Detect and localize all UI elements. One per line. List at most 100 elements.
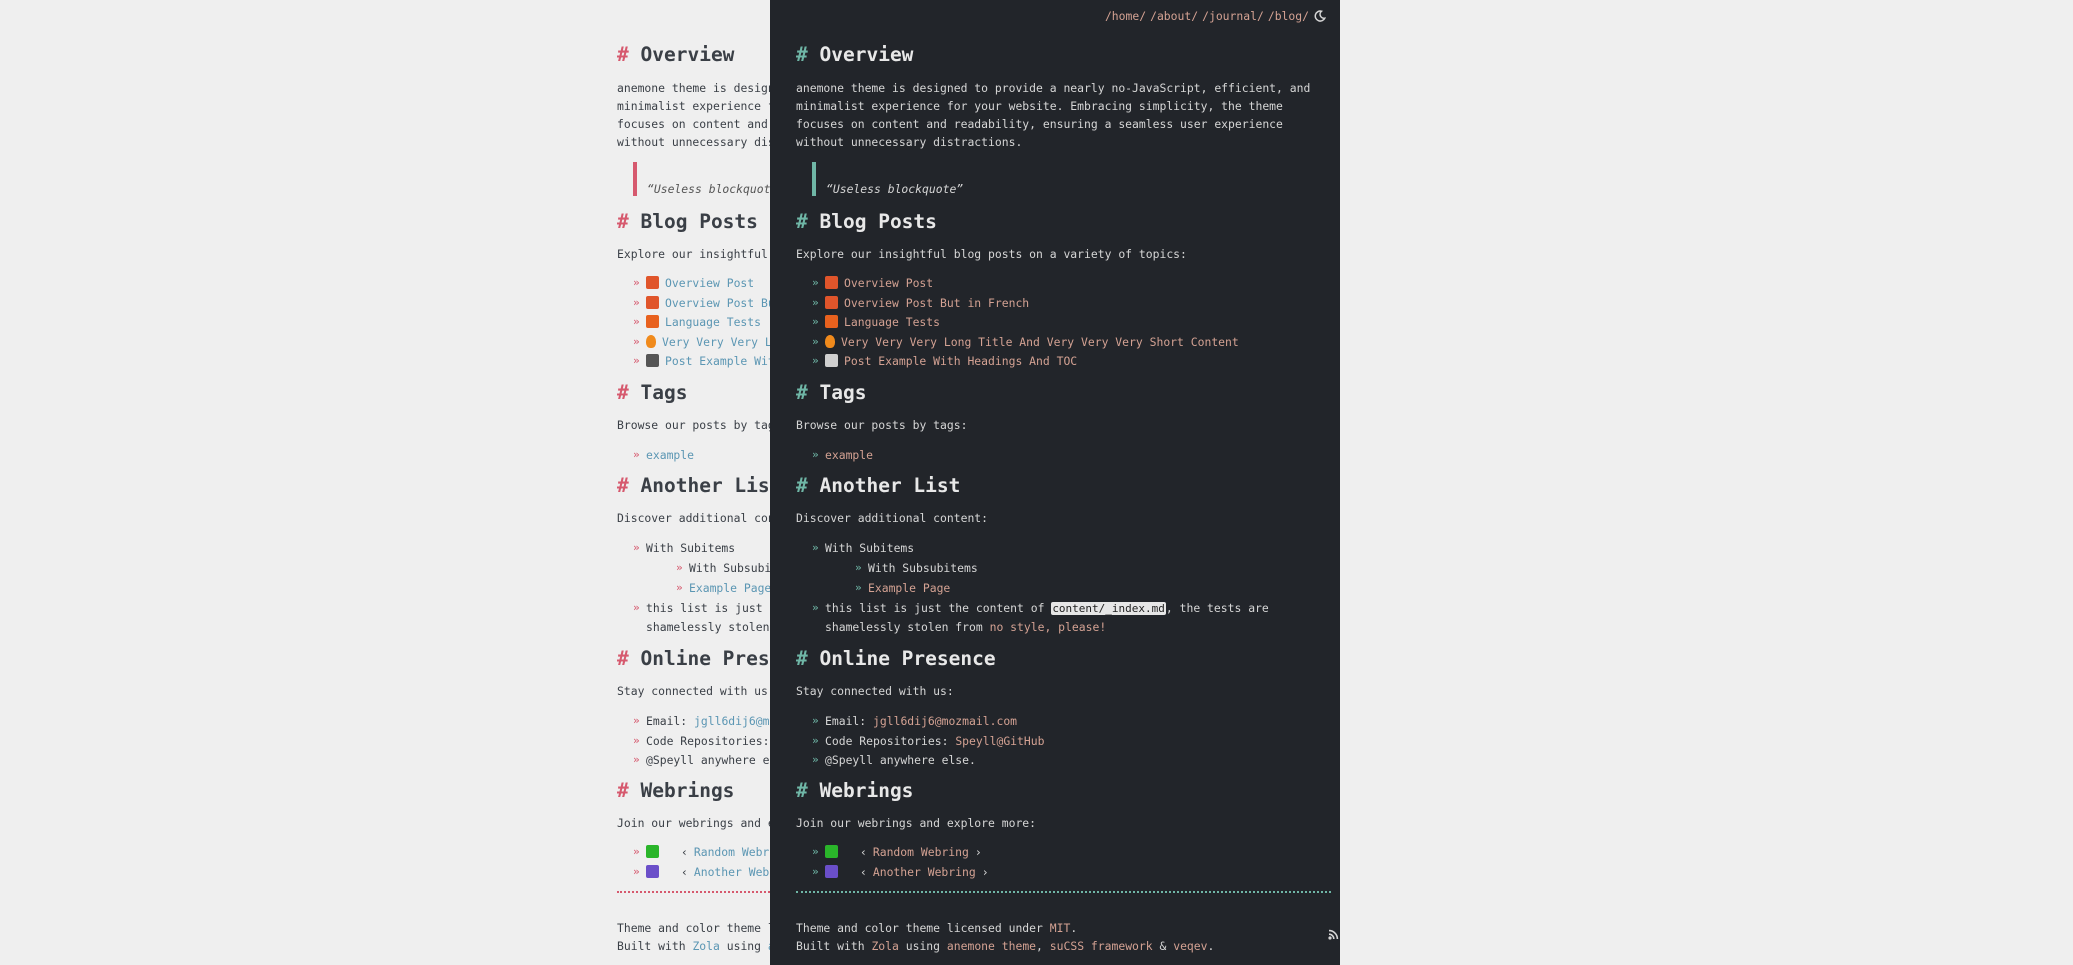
list-item: ‹ Random Webring › [812, 843, 995, 863]
tv-icon [646, 354, 659, 367]
webring-green-icon [646, 845, 659, 858]
webring-music-icon [825, 864, 838, 878]
post-link[interactable]: Overview Post [844, 276, 933, 290]
nav-home-link[interactable]: /home/ [1105, 9, 1146, 23]
bowl-icon [825, 276, 838, 289]
next-webring-link[interactable]: › [975, 845, 982, 859]
example-page-link[interactable]: Example Page [689, 581, 771, 595]
footer-text: Built with [617, 939, 693, 953]
zola-link[interactable]: Zola [871, 939, 898, 953]
github-link[interactable]: Speyll@GitHub [955, 734, 1044, 748]
another-webring-link[interactable]: Another Webring [873, 865, 976, 879]
footer-text: , [1036, 939, 1050, 953]
tag-link[interactable]: example [646, 448, 694, 462]
list-item: Very Very Very Long Title And Very Very … [812, 333, 1239, 353]
list-item: With Subsubitems [855, 559, 1315, 579]
no-style-please-link[interactable]: no style, please! [990, 620, 1107, 634]
sucss-link[interactable]: suCSS framework [1050, 939, 1153, 953]
moon-icon[interactable] [1314, 10, 1327, 25]
prev-webring-link[interactable]: ‹ [860, 865, 867, 879]
zola-link[interactable]: Zola [692, 939, 719, 953]
list-item: example [633, 446, 694, 466]
list-item: Post Example With Headings And TOC [812, 352, 1239, 372]
mit-link[interactable]: MIT [1050, 921, 1071, 935]
post-link[interactable]: Language Tests [844, 315, 940, 329]
prev-webring-link[interactable]: ‹ [681, 845, 688, 859]
heading-text: Blog Posts [640, 210, 758, 233]
tag-link[interactable]: example [825, 448, 873, 462]
rss-icon[interactable] [1328, 927, 1339, 945]
list-item: Code Repositories: Speyll@GitHub [812, 732, 1044, 752]
item-text: this list is just the content of [825, 601, 1052, 615]
tags-intro: Browse our posts by tags: [617, 418, 789, 432]
post-link[interactable]: Overview Post [665, 276, 754, 290]
item-text: @Speyll anywhere else. [825, 753, 976, 767]
tag-list: example [633, 446, 694, 466]
nav-journal-link[interactable]: /journal/ [1202, 9, 1264, 23]
code-snippet: content/_index.md [1051, 602, 1166, 615]
post-link[interactable]: Very Very Very Long Title And Very Very … [841, 335, 1239, 349]
online-list: Email: jgll6dij6@mozmail.com Code Reposi… [812, 712, 1044, 771]
anemone-link[interactable]: anemone theme [947, 939, 1036, 953]
heading-text: Blog Posts [819, 210, 937, 233]
post-link[interactable]: Overview Post But in French [844, 296, 1029, 310]
overview-text: anemone theme is designed to provide a n… [796, 81, 1311, 149]
list-item: Language Tests [812, 313, 1239, 333]
blockquote: “Useless blockquote” [633, 162, 784, 196]
list-item: ‹ Another Webring › [812, 863, 995, 883]
footer-divider [796, 891, 1331, 893]
heading-hash: # [617, 43, 629, 66]
blog-post-list: Overview Post Overview Post But in Frenc… [812, 274, 1239, 372]
webring-music-icon [646, 864, 659, 878]
nav-about-link[interactable]: /about/ [1150, 9, 1198, 23]
item-label: Code Repositories: [825, 733, 956, 748]
item-label: Email: [646, 714, 695, 728]
online-heading: # Online Presence [796, 647, 996, 670]
example-page-link[interactable]: Example Page [868, 581, 950, 595]
heading-text: Tags [819, 381, 867, 404]
list-item: this list is just the content of content… [812, 599, 1305, 636]
post-link[interactable]: Post Example With Headings And TOC [844, 354, 1077, 368]
tags-heading: # Tags [796, 381, 867, 404]
prev-webring-link[interactable]: ‹ [860, 845, 867, 859]
nav-blog-link[interactable]: /blog/ [1268, 9, 1309, 23]
heading-text: Tags [640, 381, 688, 404]
footer-text: Built with [796, 939, 872, 953]
dark-theme-panel: /home/ /about/ /journal/ /blog/ # Overview … [770, 0, 1340, 965]
webring-green-icon [825, 845, 838, 858]
heading-text: Another List [819, 474, 961, 497]
next-webring-link[interactable]: › [982, 865, 989, 879]
blog-heading: # Blog Posts [617, 210, 758, 233]
veqev-link[interactable]: veqev [1173, 939, 1207, 953]
footer-text: & [1152, 939, 1174, 953]
list-item: example [812, 446, 873, 466]
heading-text: Webrings [819, 779, 914, 802]
top-nav: /home/ /about/ /journal/ /blog/ [1101, 9, 1327, 25]
footer-text: . [1207, 939, 1215, 953]
online-intro: Stay connected with us: [796, 684, 954, 698]
footer: Theme and color theme licensed under MIT… [796, 919, 1214, 955]
random-webring-link[interactable]: Random Webring [873, 845, 969, 859]
list-item: Example Page [855, 579, 1315, 599]
list-item: @Speyll anywhere else. [812, 751, 1044, 771]
blog-intro: Explore our insightful blog posts on a v… [796, 247, 1187, 261]
online-intro: Stay connected with us: [617, 684, 775, 698]
prev-webring-link[interactable]: ‹ [681, 865, 688, 879]
item-text: With Subitems [646, 541, 736, 555]
footer-text: Theme and color theme licensed under [796, 921, 1050, 935]
tv-icon [825, 354, 838, 367]
blockquote: “Useless blockquote” [812, 162, 963, 196]
bowl-icon [825, 295, 838, 309]
footer-text: . [1070, 921, 1078, 935]
bowl-icon [646, 295, 659, 309]
blog-heading: # Blog Posts [796, 210, 937, 233]
language-icon [646, 315, 659, 328]
post-link[interactable]: Language Tests [665, 315, 761, 329]
footer-text: using [898, 939, 947, 953]
heading-text: Webrings [640, 779, 735, 802]
fire-icon [646, 334, 656, 348]
webring-list: ‹ Random Webring › ‹ Another Webring › [812, 843, 995, 882]
bowl-icon [646, 276, 659, 289]
item-label: Email: [825, 714, 874, 728]
email-link[interactable]: jgll6dij6@mozmail.com [873, 714, 1017, 728]
